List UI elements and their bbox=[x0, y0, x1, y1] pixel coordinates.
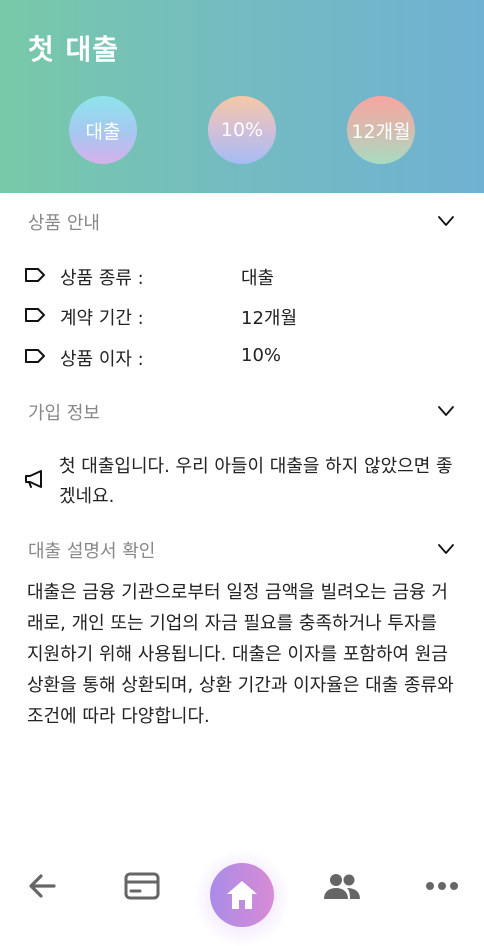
info-label: 계약 기간 : bbox=[60, 308, 144, 329]
badge-type: 대출 bbox=[69, 96, 137, 164]
more-icon[interactable] bbox=[425, 881, 459, 891]
page-title: 첫 대출 bbox=[28, 33, 120, 66]
badge-rate: 10% bbox=[208, 96, 276, 164]
section-label: 대출 설명서 확인 bbox=[28, 541, 156, 562]
info-value: 12개월 bbox=[241, 308, 298, 329]
bottom-nav bbox=[0, 846, 484, 946]
section-loan-doc[interactable]: 대출 설명서 확인 bbox=[0, 537, 484, 567]
tag-icon bbox=[25, 349, 45, 363]
megaphone-icon bbox=[25, 470, 42, 488]
card-icon[interactable] bbox=[124, 872, 160, 900]
info-label: 상품 이자 : bbox=[60, 349, 144, 370]
back-arrow-icon[interactable] bbox=[27, 873, 57, 899]
section-label: 상품 안내 bbox=[28, 213, 100, 234]
card-button[interactable] bbox=[112, 846, 172, 926]
chevron-down-icon[interactable] bbox=[438, 543, 454, 555]
info-label: 상품 종류 : bbox=[60, 268, 144, 289]
people-icon[interactable] bbox=[323, 872, 361, 900]
tag-icon bbox=[25, 268, 45, 282]
info-value: 대출 bbox=[241, 268, 275, 289]
join-notice: 첫 대출입니다. 우리 아들이 대출을 하지 않았으면 좋겠네요. bbox=[24, 452, 454, 512]
tag-icon bbox=[25, 308, 45, 322]
home-button[interactable] bbox=[210, 863, 274, 927]
more-button[interactable] bbox=[412, 846, 472, 926]
back-button[interactable] bbox=[12, 846, 72, 926]
home-icon[interactable] bbox=[225, 879, 259, 911]
section-join-info[interactable]: 가입 정보 bbox=[0, 399, 484, 429]
section-label: 가입 정보 bbox=[28, 403, 100, 424]
chevron-down-icon[interactable] bbox=[438, 215, 454, 227]
info-value: 10% bbox=[241, 345, 282, 366]
join-message: 첫 대출입니다. 우리 아들이 대출을 하지 않았으면 좋겠네요. bbox=[59, 456, 453, 507]
chevron-down-icon[interactable] bbox=[438, 405, 454, 417]
header: 첫 대출 대출 10% 12개월 bbox=[0, 0, 484, 193]
section-product-info[interactable]: 상품 안내 bbox=[0, 209, 484, 239]
people-button[interactable] bbox=[312, 846, 372, 926]
loan-description: 대출은 금융 기관으로부터 일정 금액을 빌려오는 금융 거래로, 개인 또는 … bbox=[27, 582, 454, 727]
badge-period: 12개월 bbox=[347, 96, 415, 164]
